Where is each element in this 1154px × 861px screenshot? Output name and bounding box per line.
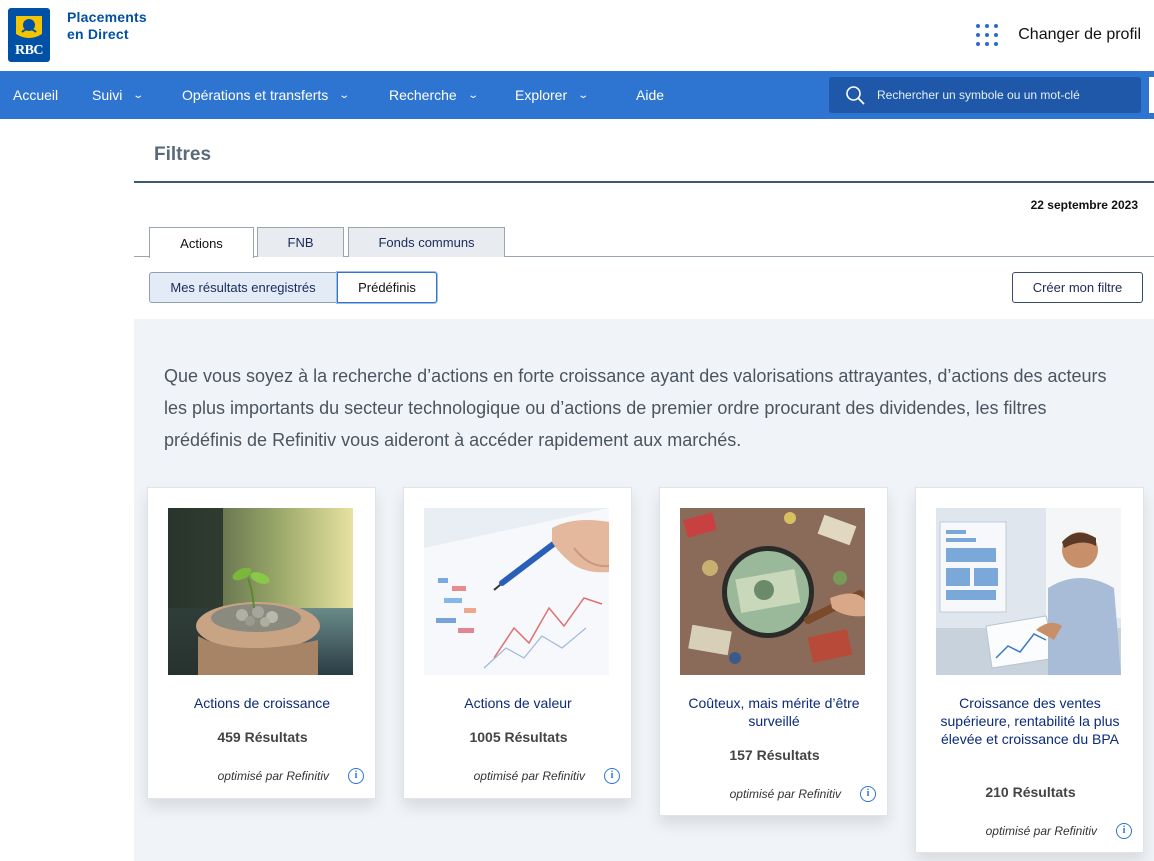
title-divider: [134, 181, 1154, 183]
info-icon[interactable]: i: [604, 768, 620, 784]
nav-item-label: Aide: [636, 87, 665, 103]
search-icon: [846, 86, 865, 105]
powered-by: optimisé par Refinitiv: [217, 769, 329, 783]
saved-results-button[interactable]: Mes résultats enregistrés: [149, 272, 337, 303]
powered-by: optimisé par Refinitiv: [985, 824, 1097, 838]
card-title: Actions de valeur: [464, 695, 572, 711]
nav-item-suivi[interactable]: Suivi ⌄: [92, 71, 145, 119]
view-toggle: Mes résultats enregistrés Prédéfinis: [149, 272, 437, 303]
create-filter-button[interactable]: Créer mon filtre: [1012, 272, 1143, 303]
tab-actions[interactable]: Actions: [149, 227, 254, 258]
chevron-down-icon: ⌄: [577, 89, 590, 101]
nav-item-label: Recherche: [389, 87, 457, 103]
card-title: Actions de croissance: [193, 695, 331, 711]
card-footer: optimisé par Refinitiv i: [660, 785, 889, 805]
nav-edge: [1149, 77, 1154, 113]
info-icon[interactable]: i: [1116, 823, 1132, 839]
tab-label: Actions: [180, 235, 223, 251]
filter-card-expensive-watch[interactable]: Coûteux, mais mérite d’être surveillé 15…: [659, 487, 888, 816]
card-footer: optimisé par Refinitiv i: [404, 767, 633, 787]
intro-text: Que vous soyez à la recherche d’actions …: [164, 366, 1107, 450]
growth-image: [168, 508, 353, 675]
brand-line-2: en Direct: [67, 26, 129, 42]
nav-item-accueil[interactable]: Accueil: [13, 71, 58, 119]
card-results: 157 Résultats: [729, 747, 820, 763]
card-title: Croissance des ventes supérieure, rentab…: [940, 695, 1120, 747]
nav-item-label: Opérations et transferts: [182, 87, 329, 103]
info-icon[interactable]: i: [860, 786, 876, 802]
chevron-down-icon: ⌄: [467, 89, 479, 101]
brand-name[interactable]: Placements en Direct: [67, 9, 147, 43]
filter-card-value[interactable]: Actions de valeur 1005 Résultats optimis…: [403, 487, 632, 799]
filter-card-sales-growth[interactable]: Croissance des ventes supérieure, rentab…: [915, 487, 1144, 853]
nav-item-operations[interactable]: Opérations et transferts ⌄: [182, 71, 351, 119]
tab-fnb[interactable]: FNB: [257, 227, 344, 257]
chevron-down-icon: ⌄: [132, 89, 145, 101]
nav-item-explorer[interactable]: Explorer ⌄: [515, 71, 590, 119]
nav-item-label: Accueil: [13, 87, 59, 103]
brand-line-1: Placements: [67, 9, 147, 25]
search-input[interactable]: Rechercher un symbole ou un mot-clé: [829, 77, 1141, 113]
rbc-logo[interactable]: RBC: [8, 8, 50, 62]
nav-item-aide[interactable]: Aide: [636, 71, 664, 119]
card-footer: optimisé par Refinitiv i: [916, 822, 1145, 842]
powered-by: optimisé par Refinitiv: [729, 787, 841, 801]
card-title: Coûteux, mais mérite d’être surveillé: [688, 695, 860, 729]
nav-item-recherche[interactable]: Recherche ⌄: [389, 71, 479, 119]
logo-text: RBC: [14, 43, 44, 58]
page-date: 22 septembre 2023: [1030, 198, 1138, 212]
lion-shield-icon: [12, 12, 46, 44]
nav-item-label: Suivi: [92, 87, 123, 103]
info-icon[interactable]: i: [348, 768, 364, 784]
change-profile-label: Changer de profil: [1018, 26, 1141, 43]
card-results: 210 Résultats: [985, 784, 1076, 800]
predefined-button[interactable]: Prédéfinis: [337, 272, 437, 303]
change-profile-button[interactable]: Changer de profil: [976, 22, 1141, 48]
card-results: 1005 Résultats: [469, 729, 568, 745]
card-footer: optimisé par Refinitiv i: [148, 767, 377, 787]
top-header: RBC Placements en Direct Changer de prof…: [0, 0, 1154, 71]
filter-card-growth[interactable]: Actions de croissance 459 Résultats opti…: [147, 487, 376, 799]
tab-label: Fonds communs: [378, 235, 475, 250]
analyst-image: [936, 508, 1121, 675]
tab-fonds-communs[interactable]: Fonds communs: [348, 227, 505, 257]
apps-grid-icon: [976, 24, 999, 46]
magnifier-image: [680, 508, 865, 675]
chevron-down-icon: ⌄: [338, 89, 351, 101]
page-title: Filtres: [154, 144, 212, 165]
tab-label: FNB: [287, 235, 314, 250]
card-results: 459 Résultats: [217, 729, 308, 745]
value-image: [424, 508, 609, 675]
search-placeholder: Rechercher un symbole ou un mot-clé: [877, 88, 1080, 102]
powered-by: optimisé par Refinitiv: [473, 769, 585, 783]
nav-item-label: Explorer: [515, 87, 568, 103]
main-nav: Accueil Suivi ⌄ Opérations et transferts…: [0, 71, 1154, 119]
